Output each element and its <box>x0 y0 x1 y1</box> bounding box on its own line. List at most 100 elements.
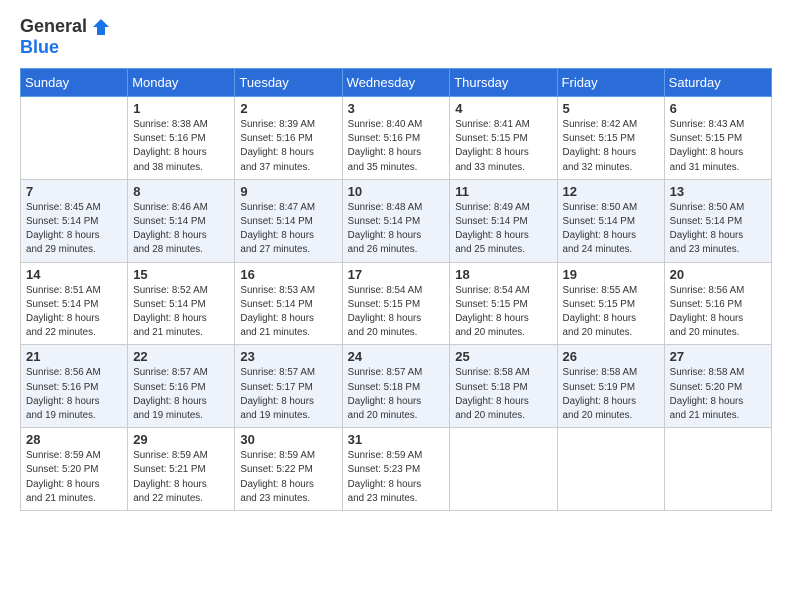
day-info: Sunrise: 8:52 AM Sunset: 5:14 PM Dayligh… <box>133 284 229 341</box>
calendar-cell: 20 Sunrise: 8:56 AM Sunset: 5:16 PM Dayli… <box>664 262 771 345</box>
calendar-cell: 7 Sunrise: 8:45 AM Sunset: 5:14 PM Daylig… <box>21 179 128 262</box>
calendar-cell: 19Sunrise: 8:55 AM Sunset: 5:15 PM Dayli… <box>557 262 664 345</box>
calendar-cell: 28Sunrise: 8:59 AM Sunset: 5:20 PM Dayli… <box>21 428 128 511</box>
calendar-cell: 14 Sunrise: 8:51 AM Sunset: 5:14 PM Dayli… <box>21 262 128 345</box>
calendar-cell <box>21 97 128 180</box>
weekday-header: Sunday <box>21 69 128 97</box>
day-number: 19 <box>563 267 659 282</box>
day-number: 31 <box>348 432 445 447</box>
calendar-cell: 12 Sunrise: 8:50 AM Sunset: 5:14 PM Dayli… <box>557 179 664 262</box>
logo-icon <box>91 17 111 37</box>
calendar-cell <box>450 428 557 511</box>
day-info: Sunrise: 8:57 AM Sunset: 5:18 PM Dayligh… <box>348 366 445 423</box>
weekday-header: Friday <box>557 69 664 97</box>
day-number: 27 <box>670 349 766 364</box>
day-info: Sunrise: 8:46 AM Sunset: 5:14 PM Dayligh… <box>133 201 229 258</box>
day-number: 11 <box>455 184 551 199</box>
day-number: 16 <box>240 267 336 282</box>
day-info: Sunrise: 8:45 AM Sunset: 5:14 PM Dayligh… <box>26 201 122 258</box>
day-number: 13 <box>670 184 766 199</box>
calendar-week-row: 7 Sunrise: 8:45 AM Sunset: 5:14 PM Daylig… <box>21 179 772 262</box>
day-info: Sunrise: 8:50 AM Sunset: 5:14 PM Dayligh… <box>670 201 766 258</box>
calendar-cell: 21 Sunrise: 8:56 AM Sunset: 5:16 PM Dayli… <box>21 345 128 428</box>
day-number: 7 <box>26 184 122 199</box>
day-info: Sunrise: 8:40 AM Sunset: 5:16 PM Dayligh… <box>348 118 445 175</box>
day-number: 2 <box>240 101 336 116</box>
calendar-cell: 9 Sunrise: 8:47 AM Sunset: 5:14 PM Daylig… <box>235 179 342 262</box>
day-number: 6 <box>670 101 766 116</box>
weekday-header: Saturday <box>664 69 771 97</box>
day-number: 20 <box>670 267 766 282</box>
calendar-cell <box>664 428 771 511</box>
calendar-cell: 30 Sunrise: 8:59 AM Sunset: 5:22 PM Dayli… <box>235 428 342 511</box>
day-info: Sunrise: 8:49 AM Sunset: 5:14 PM Dayligh… <box>455 201 551 258</box>
day-number: 8 <box>133 184 229 199</box>
calendar-cell: 13 Sunrise: 8:50 AM Sunset: 5:14 PM Dayli… <box>664 179 771 262</box>
day-info: Sunrise: 8:58 AM Sunset: 5:19 PM Dayligh… <box>563 366 659 423</box>
calendar-page: General Blue SundayMondayTuesdayWednesda… <box>0 0 792 612</box>
day-number: 23 <box>240 349 336 364</box>
day-number: 15 <box>133 267 229 282</box>
calendar-cell: 1Sunrise: 8:38 AM Sunset: 5:16 PM Daylig… <box>128 97 235 180</box>
calendar-cell: 4 Sunrise: 8:41 AM Sunset: 5:15 PM Daylig… <box>450 97 557 180</box>
calendar-cell: 6 Sunrise: 8:43 AM Sunset: 5:15 PM Daylig… <box>664 97 771 180</box>
day-info: Sunrise: 8:56 AM Sunset: 5:16 PM Dayligh… <box>670 284 766 341</box>
day-number: 12 <box>563 184 659 199</box>
day-info: Sunrise: 8:58 AM Sunset: 5:18 PM Dayligh… <box>455 366 551 423</box>
calendar-cell: 23 Sunrise: 8:57 AM Sunset: 5:17 PM Dayli… <box>235 345 342 428</box>
logo-blue-text: Blue <box>20 37 59 58</box>
day-info: Sunrise: 8:41 AM Sunset: 5:15 PM Dayligh… <box>455 118 551 175</box>
day-info: Sunrise: 8:48 AM Sunset: 5:14 PM Dayligh… <box>348 201 445 258</box>
day-info: Sunrise: 8:57 AM Sunset: 5:16 PM Dayligh… <box>133 366 229 423</box>
day-number: 1 <box>133 101 229 116</box>
day-info: Sunrise: 8:59 AM Sunset: 5:20 PM Dayligh… <box>26 449 122 506</box>
day-number: 17 <box>348 267 445 282</box>
weekday-header: Tuesday <box>235 69 342 97</box>
calendar-cell: 3 Sunrise: 8:40 AM Sunset: 5:16 PM Daylig… <box>342 97 450 180</box>
day-info: Sunrise: 8:50 AM Sunset: 5:14 PM Dayligh… <box>563 201 659 258</box>
day-info: Sunrise: 8:56 AM Sunset: 5:16 PM Dayligh… <box>26 366 122 423</box>
day-number: 10 <box>348 184 445 199</box>
calendar-cell: 27 Sunrise: 8:58 AM Sunset: 5:20 PM Dayli… <box>664 345 771 428</box>
day-number: 21 <box>26 349 122 364</box>
day-number: 26 <box>563 349 659 364</box>
day-number: 9 <box>240 184 336 199</box>
day-info: Sunrise: 8:51 AM Sunset: 5:14 PM Dayligh… <box>26 284 122 341</box>
day-info: Sunrise: 8:47 AM Sunset: 5:14 PM Dayligh… <box>240 201 336 258</box>
calendar-week-row: 21 Sunrise: 8:56 AM Sunset: 5:16 PM Dayli… <box>21 345 772 428</box>
day-number: 18 <box>455 267 551 282</box>
calendar-cell: 15 Sunrise: 8:52 AM Sunset: 5:14 PM Dayli… <box>128 262 235 345</box>
day-number: 25 <box>455 349 551 364</box>
day-info: Sunrise: 8:42 AM Sunset: 5:15 PM Dayligh… <box>563 118 659 175</box>
day-number: 4 <box>455 101 551 116</box>
day-number: 5 <box>563 101 659 116</box>
calendar-cell: 2Sunrise: 8:39 AM Sunset: 5:16 PM Daylig… <box>235 97 342 180</box>
day-info: Sunrise: 8:57 AM Sunset: 5:17 PM Dayligh… <box>240 366 336 423</box>
weekday-header: Thursday <box>450 69 557 97</box>
day-info: Sunrise: 8:54 AM Sunset: 5:15 PM Dayligh… <box>348 284 445 341</box>
day-info: Sunrise: 8:58 AM Sunset: 5:20 PM Dayligh… <box>670 366 766 423</box>
day-info: Sunrise: 8:59 AM Sunset: 5:23 PM Dayligh… <box>348 449 445 506</box>
page-header: General Blue <box>20 16 772 58</box>
day-number: 22 <box>133 349 229 364</box>
day-number: 24 <box>348 349 445 364</box>
day-info: Sunrise: 8:54 AM Sunset: 5:15 PM Dayligh… <box>455 284 551 341</box>
calendar-week-row: 14 Sunrise: 8:51 AM Sunset: 5:14 PM Dayli… <box>21 262 772 345</box>
logo: General Blue <box>20 16 111 58</box>
calendar-cell: 8 Sunrise: 8:46 AM Sunset: 5:14 PM Daylig… <box>128 179 235 262</box>
day-number: 3 <box>348 101 445 116</box>
calendar-cell: 16Sunrise: 8:53 AM Sunset: 5:14 PM Dayli… <box>235 262 342 345</box>
calendar-cell: 24 Sunrise: 8:57 AM Sunset: 5:18 PM Dayli… <box>342 345 450 428</box>
day-number: 30 <box>240 432 336 447</box>
calendar-header-row: SundayMondayTuesdayWednesdayThursdayFrid… <box>21 69 772 97</box>
calendar-cell: 25 Sunrise: 8:58 AM Sunset: 5:18 PM Dayli… <box>450 345 557 428</box>
weekday-header: Monday <box>128 69 235 97</box>
calendar-cell: 11 Sunrise: 8:49 AM Sunset: 5:14 PM Dayli… <box>450 179 557 262</box>
calendar-week-row: 28Sunrise: 8:59 AM Sunset: 5:20 PM Dayli… <box>21 428 772 511</box>
calendar-cell: 17 Sunrise: 8:54 AM Sunset: 5:15 PM Dayli… <box>342 262 450 345</box>
day-info: Sunrise: 8:43 AM Sunset: 5:15 PM Dayligh… <box>670 118 766 175</box>
calendar-cell: 26 Sunrise: 8:58 AM Sunset: 5:19 PM Dayli… <box>557 345 664 428</box>
day-info: Sunrise: 8:59 AM Sunset: 5:22 PM Dayligh… <box>240 449 336 506</box>
calendar-cell: 10 Sunrise: 8:48 AM Sunset: 5:14 PM Dayli… <box>342 179 450 262</box>
day-number: 14 <box>26 267 122 282</box>
